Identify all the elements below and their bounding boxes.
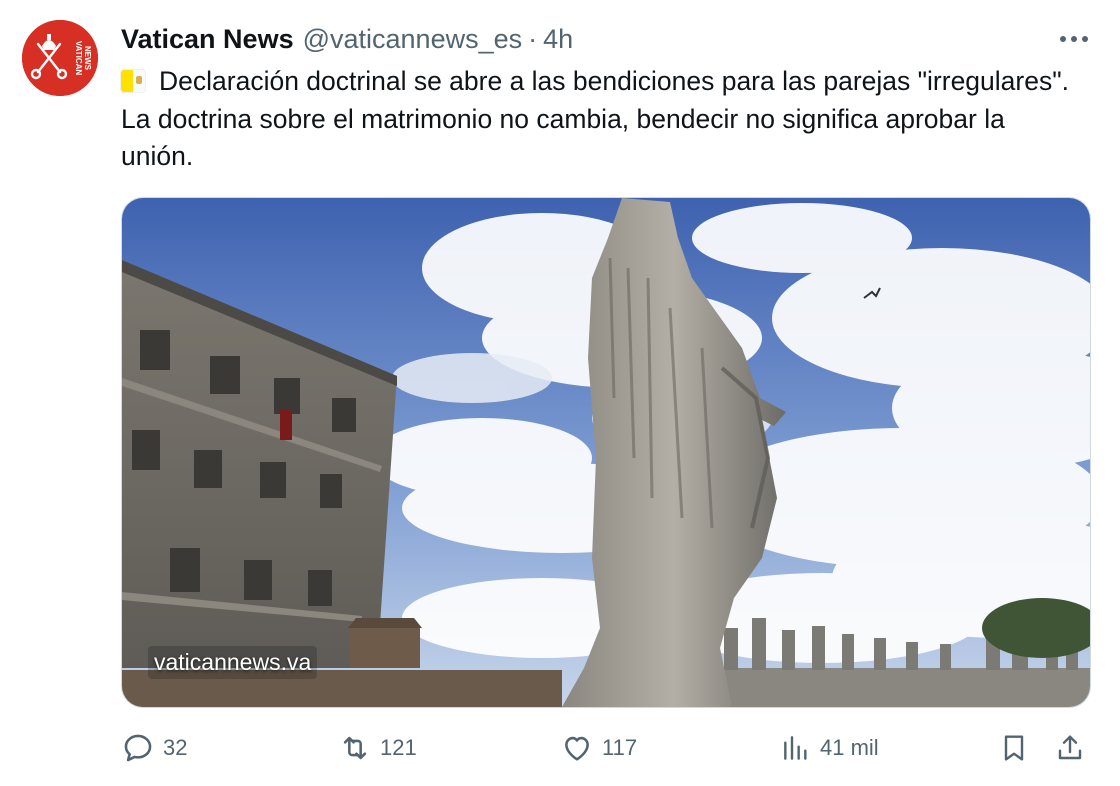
more-horizontal-icon	[1060, 36, 1088, 42]
tweet-media-image[interactable]: vaticannews.va	[121, 197, 1091, 708]
tweet-body: Declaración doctrinal se abre a las bend…	[121, 66, 1069, 171]
retweet-count: 121	[380, 735, 417, 760]
vatican-news-logo-icon: VATICAN NEWS	[22, 20, 98, 96]
vatican-flag-icon	[121, 70, 145, 92]
reply-bubble-icon	[124, 734, 152, 762]
user-handle[interactable]: @vaticannews_es	[303, 24, 523, 55]
reply-button[interactable]: 32	[121, 722, 187, 774]
retweet-button[interactable]: 121	[338, 722, 417, 774]
photo-statue-and-palace	[122, 198, 1090, 707]
more-options-button[interactable]	[1052, 22, 1096, 56]
avatar-text: VATICAN	[74, 41, 83, 76]
tweet-header: Vatican News @vaticannews_es · 4h	[121, 22, 573, 56]
views-count: 41 mil	[820, 735, 879, 760]
share-icon	[1058, 735, 1082, 760]
avatar-text: NEWS	[83, 46, 92, 71]
share-button[interactable]	[1054, 722, 1094, 774]
retweet-icon	[343, 736, 367, 760]
reply-count: 32	[163, 735, 188, 760]
like-count: 117	[602, 735, 638, 760]
bar-chart-icon	[784, 736, 807, 760]
bookmark-button[interactable]	[998, 722, 1038, 774]
tweet-text: Declaración doctrinal se abre a las bend…	[121, 63, 1081, 176]
views-button[interactable]: 41 mil	[780, 722, 879, 774]
media-watermark: vaticannews.va	[148, 646, 318, 679]
display-name[interactable]: Vatican News	[121, 24, 294, 55]
bookmark-icon	[1004, 735, 1024, 761]
like-button[interactable]: 117	[560, 722, 637, 774]
tweet-timestamp[interactable]: 4h	[543, 24, 573, 55]
avatar[interactable]: VATICAN NEWS	[22, 20, 98, 96]
tweet-actions-bar: 32 121 117 41 mil	[0, 722, 1120, 774]
separator-dot: ·	[528, 23, 538, 54]
heart-icon	[565, 736, 589, 761]
